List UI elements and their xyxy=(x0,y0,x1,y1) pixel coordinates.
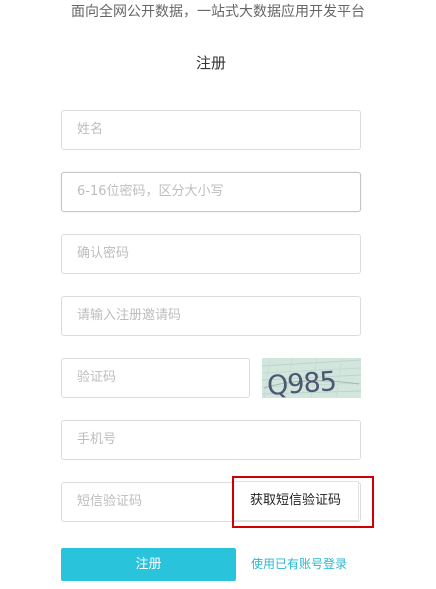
confirm-password-input[interactable]: 确认密码 xyxy=(61,234,361,274)
invite-code-input[interactable]: 请输入注册邀请码 xyxy=(61,296,361,336)
page-title: 注册 xyxy=(195,54,226,72)
name-input[interactable]: 姓名 xyxy=(61,110,361,150)
captcha-graphic: Q985 xyxy=(262,358,361,398)
password-input[interactable]: 6-16位密码，区分大小写 xyxy=(61,172,361,212)
tagline: 面向全网公开数据，一站式大数据应用开发平台 xyxy=(71,4,365,20)
login-link[interactable]: 使用已有账号登录 xyxy=(251,556,347,572)
get-sms-code-button[interactable]: 获取短信验证码 xyxy=(233,481,359,521)
captcha-text: Q985 xyxy=(266,366,337,398)
register-button[interactable]: 注册 xyxy=(61,548,236,581)
phone-input[interactable]: 手机号 xyxy=(61,420,361,460)
captcha-input[interactable]: 验证码 xyxy=(61,358,250,398)
captcha-image[interactable]: Q985 xyxy=(262,358,361,398)
